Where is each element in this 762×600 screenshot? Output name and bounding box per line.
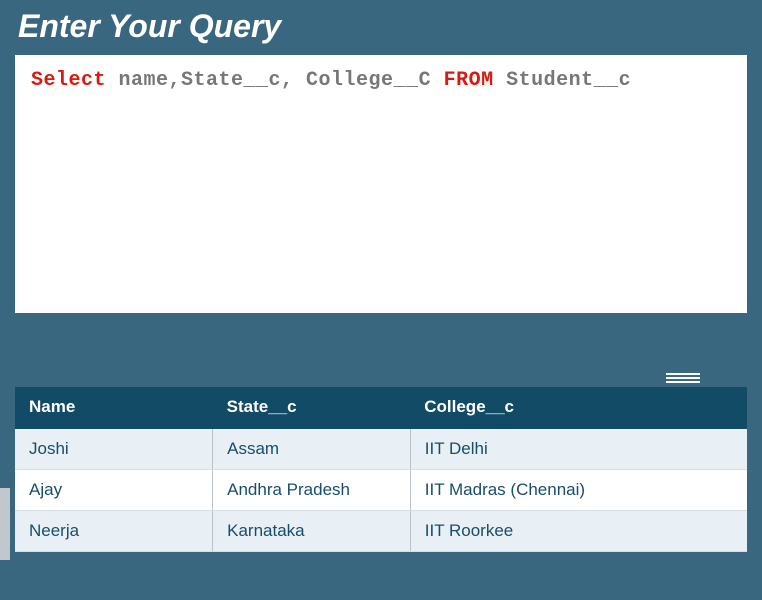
header: Enter Your Query xyxy=(0,0,762,55)
table-row[interactable]: AjayAndhra PradeshIIT Madras (Chennai) xyxy=(15,470,747,511)
table-cell: Karnataka xyxy=(213,511,411,552)
column-header-state[interactable]: State__c xyxy=(213,387,411,429)
table-cell: Assam xyxy=(213,429,411,470)
results-table: Name State__c College__c JoshiAssamIIT D… xyxy=(15,387,747,552)
spacer xyxy=(0,313,762,371)
query-keyword: Select xyxy=(31,69,106,92)
table-row[interactable]: JoshiAssamIIT Delhi xyxy=(15,429,747,470)
resize-handle-icon[interactable] xyxy=(666,373,700,383)
left-scroll-indicator xyxy=(0,488,10,560)
table-row[interactable]: NeerjaKarnatakaIIT Roorkee xyxy=(15,511,747,552)
table-cell: Andhra Pradesh xyxy=(213,470,411,511)
results-table-wrap: Name State__c College__c JoshiAssamIIT D… xyxy=(15,387,747,552)
resize-handle-row xyxy=(0,371,762,385)
column-header-name[interactable]: Name xyxy=(15,387,213,429)
column-header-college[interactable]: College__c xyxy=(410,387,747,429)
query-text: Student__c xyxy=(494,69,632,92)
table-header-row: Name State__c College__c xyxy=(15,387,747,429)
table-cell: IIT Roorkee xyxy=(410,511,747,552)
query-text: name,State__c, College__C xyxy=(106,69,444,92)
table-cell: IIT Madras (Chennai) xyxy=(410,470,747,511)
table-cell: Ajay xyxy=(15,470,213,511)
page-title: Enter Your Query xyxy=(18,8,744,45)
table-cell: Neerja xyxy=(15,511,213,552)
query-editor[interactable]: Select name,State__c, College__C FROM St… xyxy=(15,55,747,313)
table-cell: IIT Delhi xyxy=(410,429,747,470)
table-cell: Joshi xyxy=(15,429,213,470)
query-keyword: FROM xyxy=(444,69,494,92)
